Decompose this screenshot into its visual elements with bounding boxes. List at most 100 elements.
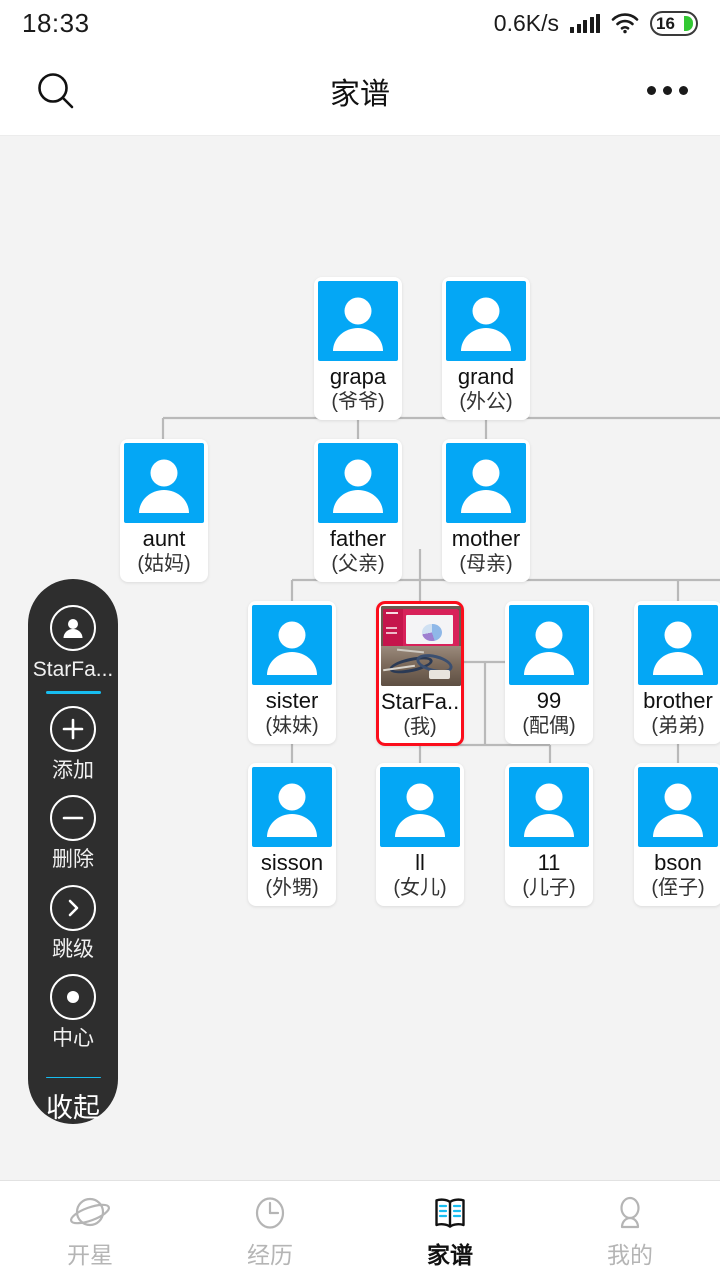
node-relation: (外甥) <box>265 877 319 899</box>
search-button[interactable] <box>30 65 82 117</box>
node-person-avatar-icon <box>446 443 526 523</box>
status-icons: 0.6K/s 16 <box>494 10 698 37</box>
status-bar: 18:33 0.6K/s 16 <box>0 0 720 46</box>
node-relation: (母亲) <box>459 553 513 575</box>
search-icon <box>38 72 74 108</box>
tree-node[interactable]: father (父亲) <box>314 439 402 582</box>
tab-kaixing[interactable]: 开星 <box>0 1193 180 1268</box>
panel-item-label: 中心 <box>52 1026 94 1050</box>
battery-fill <box>684 15 693 31</box>
tree-node[interactable]: sister (妹妹) <box>248 601 336 744</box>
node-person-avatar-icon <box>318 443 398 523</box>
node-name: StarFa... <box>381 689 459 714</box>
panel-collapse-button[interactable]: 收起 <box>46 1092 100 1124</box>
status-time: 18:33 <box>22 7 90 38</box>
more-options-button[interactable] <box>647 71 688 111</box>
tree-node[interactable]: aunt (姑妈) <box>120 439 208 582</box>
node-relation: (女儿) <box>393 877 447 899</box>
plus-circle-icon <box>50 706 96 753</box>
node-relation: (外公) <box>459 391 513 413</box>
book-icon <box>435 1198 465 1228</box>
node-relation: (弟弟) <box>651 715 705 737</box>
network-speed-text: 0.6K/s <box>493 9 559 36</box>
node-person-avatar-icon <box>446 281 526 361</box>
node-name: father <box>329 526 387 551</box>
tab-jiapu[interactable]: 家谱 <box>360 1193 540 1268</box>
panel-item-add[interactable]: 添加 <box>28 706 118 783</box>
panel-item-label: 删除 <box>52 848 94 872</box>
node-relation: (妹妹) <box>265 715 319 737</box>
tab-wode[interactable]: 我的 <box>540 1193 720 1268</box>
node-relation: (爷爷) <box>331 391 385 413</box>
signal-bars-icon <box>570 13 600 33</box>
page-title: 家谱 <box>330 77 390 111</box>
panel-user[interactable]: StarFa... <box>28 605 118 694</box>
tree-node[interactable]: sisson (外甥) <box>248 763 336 906</box>
tree-node[interactable]: ll (女儿) <box>376 763 464 906</box>
wifi-icon <box>611 13 639 34</box>
node-name: grapa <box>329 364 387 389</box>
node-person-avatar-icon <box>124 443 204 523</box>
tab-label: 开星 <box>67 1242 113 1268</box>
panel-user-label: StarFa... <box>32 658 114 681</box>
tab-label: 我的 <box>607 1242 653 1268</box>
node-name: 99 <box>536 688 562 713</box>
node-relation: (配偶) <box>522 715 576 737</box>
node-person-avatar-icon <box>252 767 332 847</box>
panel-item-label: 添加 <box>52 759 94 783</box>
node-person-avatar-icon <box>638 605 718 685</box>
more-dot <box>679 86 688 95</box>
tree-node[interactable]: brother (弟弟) <box>634 601 720 744</box>
tab-label: 家谱 <box>427 1242 473 1268</box>
tree-node[interactable]: grapa (爷爷) <box>314 277 402 420</box>
node-name: bson <box>654 850 702 875</box>
node-name: brother <box>643 688 713 713</box>
panel-item-delete[interactable]: 删除 <box>28 795 118 872</box>
panel-item-skip-level[interactable]: 跳级 <box>28 884 118 962</box>
node-relation: (儿子) <box>522 877 576 899</box>
tab-jingli[interactable]: 经历 <box>180 1193 360 1268</box>
planet-icon <box>69 1197 111 1227</box>
chevron-right-circle-icon <box>50 884 96 931</box>
person-icon <box>620 1196 640 1229</box>
tree-node[interactable]: 99 (配偶) <box>505 601 593 744</box>
node-name: mother <box>451 526 521 551</box>
node-relation: (父亲) <box>331 553 385 575</box>
panel-divider-bottom <box>45 1076 101 1078</box>
node-person-avatar-icon <box>252 605 332 685</box>
node-name: sister <box>265 688 319 713</box>
node-photo-avatar <box>381 606 461 686</box>
node-name: sisson <box>260 850 324 875</box>
node-person-avatar-icon <box>318 281 398 361</box>
tab-label: 经历 <box>247 1242 293 1268</box>
floating-tool-panel[interactable]: StarFa... 添加 删除 跳级 中心 收起 <box>28 579 118 1124</box>
battery-icon: 16 <box>650 10 698 36</box>
node-relation: (我) <box>403 716 437 738</box>
app-header: 家谱 <box>0 46 720 136</box>
panel-item-label: 跳级 <box>52 937 94 961</box>
user-avatar-icon <box>50 605 96 651</box>
node-person-avatar-icon <box>380 767 460 847</box>
node-name: grand <box>457 364 515 389</box>
node-person-avatar-icon <box>509 767 589 847</box>
tree-node[interactable]: grand (外公) <box>442 277 530 420</box>
tree-node[interactable]: StarFa... (我) <box>376 601 464 746</box>
battery-level-text: 16 <box>656 13 675 33</box>
node-person-avatar-icon <box>638 767 718 847</box>
node-relation: (姑妈) <box>137 553 191 575</box>
panel-divider-top <box>45 691 101 694</box>
node-name: ll <box>415 850 425 875</box>
tree-node[interactable]: 11 (儿子) <box>505 763 593 906</box>
tree-node[interactable]: mother (母亲) <box>442 439 530 582</box>
more-dot <box>647 86 656 95</box>
clock-icon <box>255 1197 285 1229</box>
node-name: 11 <box>537 850 561 875</box>
tree-node[interactable]: bson (侄子) <box>634 763 720 906</box>
node-name: aunt <box>142 526 186 551</box>
node-relation: (侄子) <box>651 877 705 899</box>
target-dot-icon <box>50 973 96 1020</box>
family-tree-canvas[interactable]: grapa (爷爷) grand (外公) aunt (姑妈) father (父亲) moth… <box>0 137 720 1180</box>
minus-circle-icon <box>50 795 96 842</box>
more-dot <box>663 86 672 95</box>
panel-item-center[interactable]: 中心 <box>28 973 118 1051</box>
